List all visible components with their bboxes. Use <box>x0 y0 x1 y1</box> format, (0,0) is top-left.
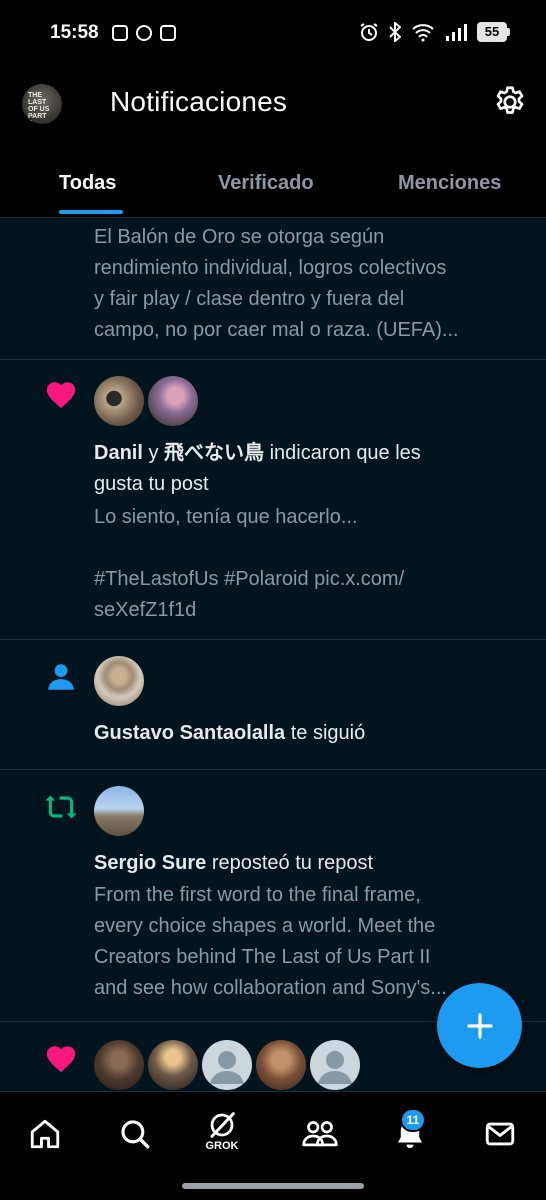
preview-line: Creators behind The Last of Us Part II <box>94 946 431 968</box>
preview-line: rendimiento individual, logros colectivo… <box>94 257 447 279</box>
preview-line: From the first word to the final frame, <box>94 884 421 906</box>
notification-text: Gustavo Santaolalla te siguió <box>94 718 534 749</box>
status-bar: 15:58 55 <box>0 0 546 68</box>
status-app-icons <box>112 25 176 41</box>
preview-line <box>94 533 534 564</box>
action-text: gusta tu post <box>94 473 209 495</box>
page-title: Notificaciones <box>110 86 288 117</box>
instagram-icon <box>112 25 128 41</box>
search-icon <box>121 1120 150 1149</box>
preview-line: y fair play / clase dentro y fuera del <box>94 288 405 310</box>
avatar-group <box>94 656 144 706</box>
bluetooth-icon <box>389 22 401 42</box>
bottom-navigation: GROK <box>0 1091 546 1173</box>
header: THE LAST OF US PART II Notificaciones <box>0 68 546 148</box>
status-time: 15:58 <box>50 22 99 43</box>
avatar[interactable] <box>310 1040 360 1090</box>
notification-item[interactable]: Sergio Sure reposteó tu repost From the … <box>0 770 546 1022</box>
nav-search[interactable] <box>115 1114 155 1154</box>
notification-item[interactable]: El Balón de Oro se otorga según rendimie… <box>0 218 546 360</box>
avatar[interactable] <box>94 656 144 706</box>
nav-communities[interactable] <box>300 1114 340 1154</box>
preview-line: every choice shapes a world. Meet the <box>94 915 436 937</box>
heart-icon <box>46 1046 76 1073</box>
notifications-feed[interactable]: El Balón de Oro se otorga según rendimie… <box>0 218 546 1091</box>
system-gesture-bar <box>0 1173 546 1200</box>
active-tab-indicator <box>59 210 123 214</box>
nav-grok[interactable]: GROK <box>202 1110 242 1152</box>
avatar[interactable] <box>94 786 144 836</box>
user-name[interactable]: Danil <box>94 442 143 464</box>
action-text: reposteó tu repost <box>211 852 374 874</box>
avatar[interactable] <box>202 1040 252 1090</box>
communities-icon <box>302 1121 338 1147</box>
user-name[interactable]: 飛べない鳥 <box>164 442 264 464</box>
notification-item[interactable]: Danil y 飛べない鳥 indicaron que les gusta tu… <box>0 360 546 640</box>
status-system-icons: 55 <box>359 22 510 42</box>
preview-line: campo, no por caer mal o raza. (UEFA)... <box>94 319 459 341</box>
avatar[interactable] <box>148 1040 198 1090</box>
gear-icon[interactable] <box>492 84 528 120</box>
avatar-group <box>94 376 198 426</box>
signal-icon <box>446 24 467 41</box>
default-avatar-icon <box>318 1051 352 1084</box>
avatar-group <box>94 1040 360 1090</box>
nav-home[interactable] <box>25 1114 65 1154</box>
tab-verificado[interactable]: Verificado <box>218 172 314 195</box>
repost-icon <box>45 795 77 819</box>
tab-menciones[interactable]: Menciones <box>398 172 501 195</box>
compose-button[interactable] <box>437 983 522 1068</box>
avatar[interactable] <box>148 376 198 426</box>
preview-line: Lo siento, tenía que hacerlo... <box>94 506 358 528</box>
default-avatar-icon <box>210 1051 244 1084</box>
action-text: indicaron que les <box>269 442 421 464</box>
plus-icon <box>466 1012 493 1039</box>
profile-avatar[interactable]: THE LAST OF US PART II <box>22 84 62 124</box>
avatar-group <box>94 786 144 836</box>
preview-line: El Balón de Oro se otorga según <box>94 226 385 248</box>
notification-preview: Lo siento, tenía que hacerlo... #TheLast… <box>94 502 534 626</box>
grok-icon <box>210 1112 235 1138</box>
battery-level: 55 <box>477 22 507 42</box>
avatar-logo-text: THE LAST OF US PART II <box>28 92 50 124</box>
person-icon <box>48 664 74 690</box>
notification-text: Danil y 飛べない鳥 indicaron que les gusta tu… <box>94 438 534 500</box>
alarm-icon <box>360 23 378 41</box>
user-name[interactable]: Gustavo Santaolalla <box>94 722 285 744</box>
connector-text: y <box>148 442 159 464</box>
tab-bar: Todas Verificado Menciones <box>0 148 546 218</box>
heart-icon <box>46 382 76 409</box>
notification-text: Sergio Sure reposteó tu repost <box>94 848 534 879</box>
notification-item[interactable]: Gustavo Santaolalla te siguió <box>0 640 546 770</box>
twitch-icon <box>160 25 176 41</box>
grok-label: GROK <box>205 1140 239 1152</box>
wifi-icon <box>412 24 434 42</box>
preview-line: seXefZ1f1d <box>94 599 197 621</box>
action-text: te siguió <box>290 722 366 744</box>
avatar[interactable] <box>94 376 144 426</box>
nav-messages[interactable] <box>480 1114 520 1154</box>
avatar[interactable] <box>94 1040 144 1090</box>
home-icon <box>30 1119 60 1149</box>
notification-count-badge: 11 <box>400 1108 426 1132</box>
pinterest-icon <box>136 25 152 41</box>
user-name[interactable]: Sergio Sure <box>94 852 206 874</box>
tab-todas[interactable]: Todas <box>59 172 116 195</box>
battery-indicator: 55 <box>477 22 510 42</box>
messages-icon <box>485 1122 515 1146</box>
avatar[interactable] <box>256 1040 306 1090</box>
notification-preview: El Balón de Oro se otorga según rendimie… <box>94 222 534 346</box>
preview-line: #TheLastofUs #Polaroid pic.x.com/ <box>94 568 405 590</box>
home-indicator[interactable] <box>182 1183 364 1189</box>
